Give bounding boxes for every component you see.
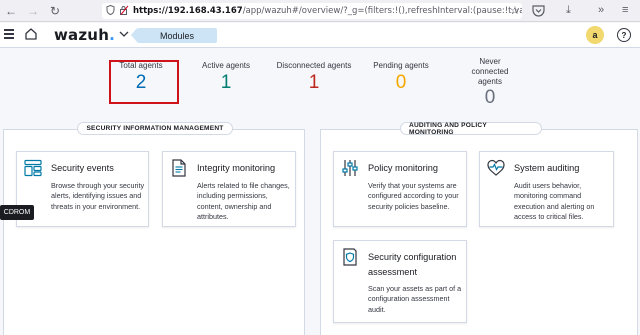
card-title: Security configuration assessment bbox=[368, 252, 457, 277]
wazuh-logo[interactable]: wazuh. bbox=[54, 26, 115, 44]
url-host: https://192.168.43.167 bbox=[133, 6, 243, 16]
card-system-auditing[interactable]: System auditing Audit users behavior, mo… bbox=[479, 151, 614, 227]
downloads-icon[interactable]: ⤓ bbox=[566, 4, 571, 17]
card-security-events[interactable]: Security events Browse through your secu… bbox=[16, 151, 149, 227]
card-title: Policy monitoring bbox=[368, 163, 438, 173]
url-bar[interactable]: https://192.168.43.167/app/wazuh#/overvi… bbox=[102, 3, 522, 19]
card-description: Browse through your security alerts, ide… bbox=[51, 181, 145, 211]
stat-never-connected-agents[interactable]: Never connected agents 0 bbox=[452, 57, 528, 109]
card-security-configuration-assessment[interactable]: Security configuration assessment Scan y… bbox=[333, 240, 467, 323]
stat-value[interactable]: 0 bbox=[363, 72, 439, 94]
shield-icon bbox=[106, 4, 115, 17]
forward-arrow-icon[interactable]: → bbox=[25, 3, 41, 19]
cdrom-device-label[interactable]: CDROM bbox=[0, 205, 34, 220]
menu-icon[interactable]: ≡ bbox=[622, 4, 628, 16]
highlight-annotation-box bbox=[109, 60, 179, 104]
section-title: AUDITING AND POLICY MONITORING bbox=[400, 122, 542, 136]
card-policy-monitoring[interactable]: Policy monitoring Verify that your syste… bbox=[333, 151, 467, 227]
card-description: Audit users behavior, monitoring command… bbox=[514, 181, 595, 221]
bookmark-star-icon[interactable]: ☆ bbox=[510, 4, 520, 17]
security-events-icon bbox=[24, 159, 42, 177]
stat-label: Never connected agents bbox=[471, 57, 509, 86]
heartbeat-icon bbox=[487, 159, 505, 177]
back-arrow-icon[interactable]: ← bbox=[3, 3, 19, 19]
reload-icon[interactable]: ↻ bbox=[47, 3, 63, 19]
home-icon[interactable] bbox=[24, 27, 38, 41]
lock-warning-icon[interactable] bbox=[119, 5, 129, 17]
sliders-icon bbox=[341, 159, 359, 177]
url-path: /app/wazuh#/overview/?_g=(filters:!(),re… bbox=[242, 6, 522, 16]
chevron-down-icon[interactable] bbox=[119, 30, 129, 40]
agents-stats: Total agents 2 Active agents 1 Disconnec… bbox=[0, 49, 640, 119]
shield-document-icon bbox=[341, 248, 359, 266]
extensions-icon[interactable]: » bbox=[598, 4, 604, 16]
card-integrity-monitoring[interactable]: Integrity monitoring Alerts related to f… bbox=[162, 151, 296, 227]
stat-value[interactable]: 1 bbox=[273, 72, 355, 94]
app-header: wazuh. Modules a ? bbox=[0, 23, 640, 48]
stat-label: Disconnected agents bbox=[276, 61, 352, 70]
card-title: Integrity monitoring bbox=[197, 163, 276, 173]
stat-label: Pending agents bbox=[373, 61, 429, 70]
browser-toolbar: ← → ↻ https://192.168.43.167/app/wazuh#/… bbox=[0, 0, 640, 22]
logo-text: wazuh bbox=[54, 26, 110, 44]
breadcrumb-modules[interactable]: Modules bbox=[131, 28, 217, 43]
stat-value[interactable]: 1 bbox=[188, 72, 264, 94]
card-description: Verify that your systems are configured … bbox=[368, 181, 459, 211]
card-title: Security events bbox=[51, 163, 114, 173]
card-description: Alerts related to file changes, includin… bbox=[197, 181, 290, 221]
url-text: https://192.168.43.167/app/wazuh#/overvi… bbox=[133, 6, 522, 16]
stat-active-agents[interactable]: Active agents 1 bbox=[188, 61, 264, 94]
stat-pending-agents[interactable]: Pending agents 0 bbox=[363, 61, 439, 94]
avatar[interactable]: a bbox=[586, 26, 604, 44]
hamburger-menu-icon[interactable] bbox=[4, 29, 14, 39]
section-title: SECURITY INFORMATION MANAGEMENT bbox=[77, 122, 233, 135]
card-description: Scan your assets as part of a configurat… bbox=[368, 284, 462, 314]
stat-disconnected-agents[interactable]: Disconnected agents 1 bbox=[273, 61, 355, 94]
pocket-icon[interactable] bbox=[532, 4, 546, 17]
stat-value[interactable]: 0 bbox=[452, 87, 528, 109]
document-icon bbox=[170, 159, 188, 177]
logo-dot: . bbox=[109, 26, 115, 44]
help-icon[interactable]: ? bbox=[617, 28, 631, 42]
card-title: System auditing bbox=[514, 163, 580, 173]
stat-label: Active agents bbox=[201, 61, 251, 70]
